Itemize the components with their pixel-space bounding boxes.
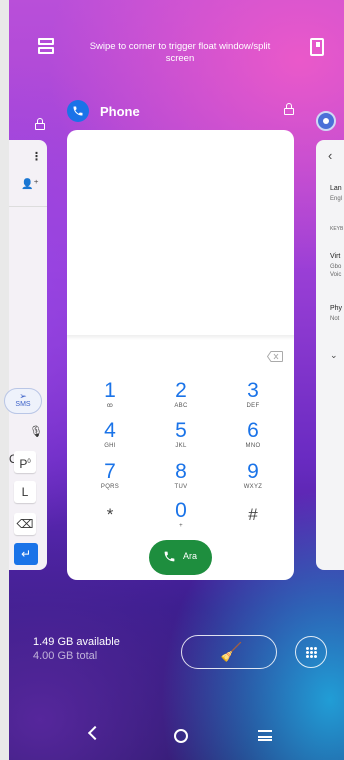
broom-icon: 🧹: [220, 642, 243, 662]
dial-key-7[interactable]: 7 PQRS: [85, 461, 135, 491]
enter-icon: ↵: [20, 547, 32, 561]
call-label: Ara: [183, 551, 198, 561]
dialer-divider: [67, 335, 294, 340]
digit: 2: [175, 379, 187, 402]
letters: +: [179, 523, 183, 529]
virtual-keyboard-title: Virt: [330, 253, 341, 260]
digit: 9: [247, 460, 259, 483]
voicemail-icon: ꝏ: [106, 403, 114, 409]
recent-card-left[interactable]: ⋮ 👤⁺ 🎙: [9, 140, 47, 570]
dial-key-hash[interactable]: #: [228, 504, 278, 526]
send-sms-button[interactable]: ➢ SMS: [4, 388, 42, 414]
send-icon: ➢: [19, 391, 27, 401]
key-l[interactable]: L: [14, 481, 36, 503]
dial-key-0[interactable]: 0 +: [156, 500, 206, 530]
digit: 4: [104, 419, 116, 442]
letters: ABC: [174, 403, 188, 409]
language-value: Engl: [330, 196, 343, 202]
recent-card-phone[interactable]: 1ꝏ 2 ABC 3 DEF 4 GHI 5 JKL 6 MNO 7 PQRS 8 TUV 9…: [67, 130, 294, 580]
float-window-icon[interactable]: [310, 38, 324, 56]
digit: 8: [175, 460, 187, 483]
dial-key-star[interactable]: *: [85, 504, 135, 526]
digit: 7: [104, 460, 116, 483]
recent-card-right[interactable]: ‹ Lan Engl KEYB Virt Gbo Voic Phy Not ⌄: [316, 140, 344, 570]
memory-available: 1.49 GB available: [33, 636, 120, 648]
keyboard-section-header: KEYB: [330, 226, 344, 232]
digit: 6: [247, 419, 259, 442]
nav-recents-button[interactable]: [258, 730, 272, 741]
dial-key-3[interactable]: 3 DEF: [228, 380, 278, 410]
letters: JKL: [175, 443, 187, 449]
digit: 5: [175, 419, 187, 442]
voice-value: Voic: [330, 272, 342, 278]
more-vert-icon[interactable]: ⋮: [31, 150, 42, 163]
gboard-value: Gbo: [330, 264, 342, 270]
phone-lock-icon[interactable]: [284, 103, 294, 115]
app-grid-button[interactable]: [295, 636, 327, 668]
dial-key-9[interactable]: 9 WXYZ: [228, 461, 278, 491]
nav-back-button[interactable]: [87, 725, 103, 741]
language-title: Lan: [330, 185, 342, 192]
phone-app-label: Phone: [100, 104, 140, 119]
grid-icon: [306, 647, 317, 658]
dial-key-4[interactable]: 4 GHI: [85, 420, 135, 450]
sms-label: SMS: [15, 401, 31, 408]
dial-key-6[interactable]: 6 MNO: [228, 420, 278, 450]
key-p[interactable]: P0: [14, 451, 36, 473]
dial-key-2[interactable]: 2 ABC: [156, 380, 206, 410]
dial-key-5[interactable]: 5 JKL: [156, 420, 206, 450]
letters: TUV: [174, 484, 188, 490]
physical-keyboard-title: Phy: [330, 305, 343, 312]
dial-key-8[interactable]: 8 TUV: [156, 461, 206, 491]
mic-icon[interactable]: 🎙: [29, 425, 43, 438]
dialer-backspace-icon[interactable]: [267, 351, 283, 362]
digit: #: [248, 505, 258, 524]
split-screen-icon[interactable]: [38, 38, 56, 56]
keyboard-enter-key[interactable]: ↵: [14, 543, 38, 565]
key-l-label: L: [21, 485, 29, 499]
physical-keyboard-value: Not: [330, 316, 340, 322]
dial-key-1[interactable]: 1ꝏ: [85, 380, 135, 410]
back-arrow-icon[interactable]: ‹: [328, 148, 332, 163]
digit: 0: [175, 499, 187, 522]
digit: 3: [247, 379, 259, 402]
add-contact-icon[interactable]: 👤⁺: [21, 179, 39, 190]
nav-home-button[interactable]: [174, 729, 188, 743]
letters: MNO: [245, 443, 261, 449]
letters: PQRS: [100, 484, 120, 490]
screen-edge: [0, 0, 9, 760]
phone-app-icon[interactable]: [67, 100, 89, 122]
chevron-down-icon[interactable]: ⌄: [330, 350, 338, 361]
keyboard-backspace-key[interactable]: ⌫: [14, 513, 36, 535]
letters: WXYZ: [243, 484, 263, 490]
digit: *: [106, 505, 114, 524]
digit: 1: [104, 379, 116, 402]
letters: DEF: [246, 403, 260, 409]
divider: [9, 206, 47, 207]
call-icon: [164, 551, 175, 562]
clear-all-button[interactable]: 🧹: [181, 635, 277, 669]
settings-app-icon[interactable]: [316, 111, 336, 131]
call-button[interactable]: Ara: [149, 540, 212, 575]
backspace-icon: ⌫: [16, 517, 34, 531]
memory-total: 4.00 GB total: [33, 650, 98, 662]
key-p-sup: 0: [27, 459, 31, 465]
lock-icon[interactable]: [35, 118, 45, 130]
letters: GHI: [104, 443, 116, 449]
recents-hint-text: Swipe to corner to trigger float window/…: [89, 41, 271, 64]
